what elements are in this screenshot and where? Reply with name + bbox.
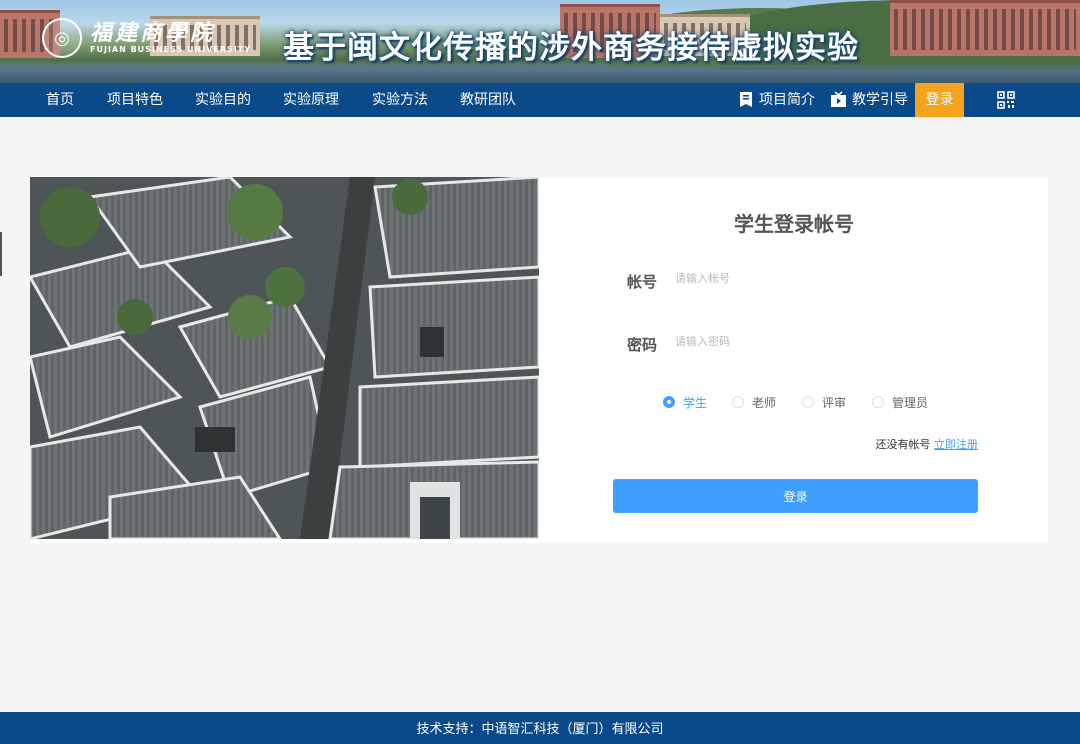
site-title: 基于闽文化传播的涉外商务接待虚拟实验 xyxy=(283,30,859,66)
university-seal-icon: ◎ xyxy=(42,18,82,58)
nav-item-guide[interactable]: 教学引导 xyxy=(830,83,908,117)
banner-building xyxy=(890,0,1080,56)
tv-play-icon xyxy=(831,91,846,107)
header-banner: ◎ 福建商學院 FUJIAN BUSINESS UNIVERSITY 基于闽文化… xyxy=(0,0,1080,83)
role-teacher-label: 老师 xyxy=(752,395,777,410)
university-logo[interactable]: ◎ 福建商學院 FUJIAN BUSINESS UNIVERSITY xyxy=(42,18,251,58)
radio-checked-icon xyxy=(663,396,675,408)
main-nav: 首页 项目特色 实验目的 实验原理 实验方法 教研团队 项目简介 教学引导 登录 xyxy=(0,83,1080,117)
nav-item-purpose[interactable]: 实验目的 xyxy=(195,83,251,117)
register-prompt: 还没有帐号 立即注册 xyxy=(876,436,979,452)
role-radio-reviewer[interactable]: 评审 xyxy=(802,394,846,410)
nav-project-intro-label: 项目简介 xyxy=(759,92,815,108)
account-input[interactable] xyxy=(675,265,975,291)
nav-item-principle[interactable]: 实验原理 xyxy=(283,83,339,117)
nav-item-project-intro[interactable]: 项目简介 xyxy=(738,83,815,117)
radio-unchecked-icon xyxy=(732,396,744,408)
role-student-label: 学生 xyxy=(683,395,708,410)
traditional-architecture-photo xyxy=(30,177,539,539)
login-title: 学生登录帐号 xyxy=(734,212,854,236)
nav-item-features[interactable]: 项目特色 xyxy=(107,83,163,117)
account-label: 帐号 xyxy=(627,273,658,291)
login-submit-button[interactable]: 登录 xyxy=(613,479,978,513)
no-account-text: 还没有帐号 xyxy=(875,438,931,451)
footer-credit: 技术支持：中语智汇科技（厦门）有限公司 xyxy=(416,722,664,737)
nav-guide-label: 教学引导 xyxy=(852,92,908,108)
login-card: 学生登录帐号 帐号 密码 学生 老师 评审 管理员 还没有帐号 立即注册 登录 xyxy=(30,177,1048,543)
qr-code-icon[interactable] xyxy=(997,91,1015,109)
bookmark-doc-icon xyxy=(740,92,752,107)
register-link[interactable]: 立即注册 xyxy=(934,438,978,451)
nav-item-method[interactable]: 实验方法 xyxy=(372,83,428,117)
password-input[interactable] xyxy=(675,328,975,354)
nav-item-home[interactable]: 首页 xyxy=(46,83,74,117)
nav-login-button[interactable]: 登录 xyxy=(915,83,964,117)
logo-chinese-name: 福建商學院 xyxy=(90,20,216,46)
password-label: 密码 xyxy=(627,336,658,354)
role-admin-label: 管理员 xyxy=(892,395,929,410)
nav-item-team[interactable]: 教研团队 xyxy=(460,83,516,117)
role-radio-admin[interactable]: 管理员 xyxy=(872,394,928,410)
banner-water xyxy=(0,65,1080,83)
footer: 技术支持：中语智汇科技（厦门）有限公司 xyxy=(0,712,1080,744)
role-reviewer-label: 评审 xyxy=(822,395,847,410)
role-radio-teacher[interactable]: 老师 xyxy=(732,394,776,410)
logo-english-name: FUJIAN BUSINESS UNIVERSITY xyxy=(90,45,251,54)
radio-unchecked-icon xyxy=(802,396,814,408)
radio-unchecked-icon xyxy=(872,396,884,408)
side-edge-tab[interactable] xyxy=(0,232,2,276)
role-radio-student[interactable]: 学生 xyxy=(663,394,707,410)
rooftops-illustration xyxy=(30,177,539,539)
